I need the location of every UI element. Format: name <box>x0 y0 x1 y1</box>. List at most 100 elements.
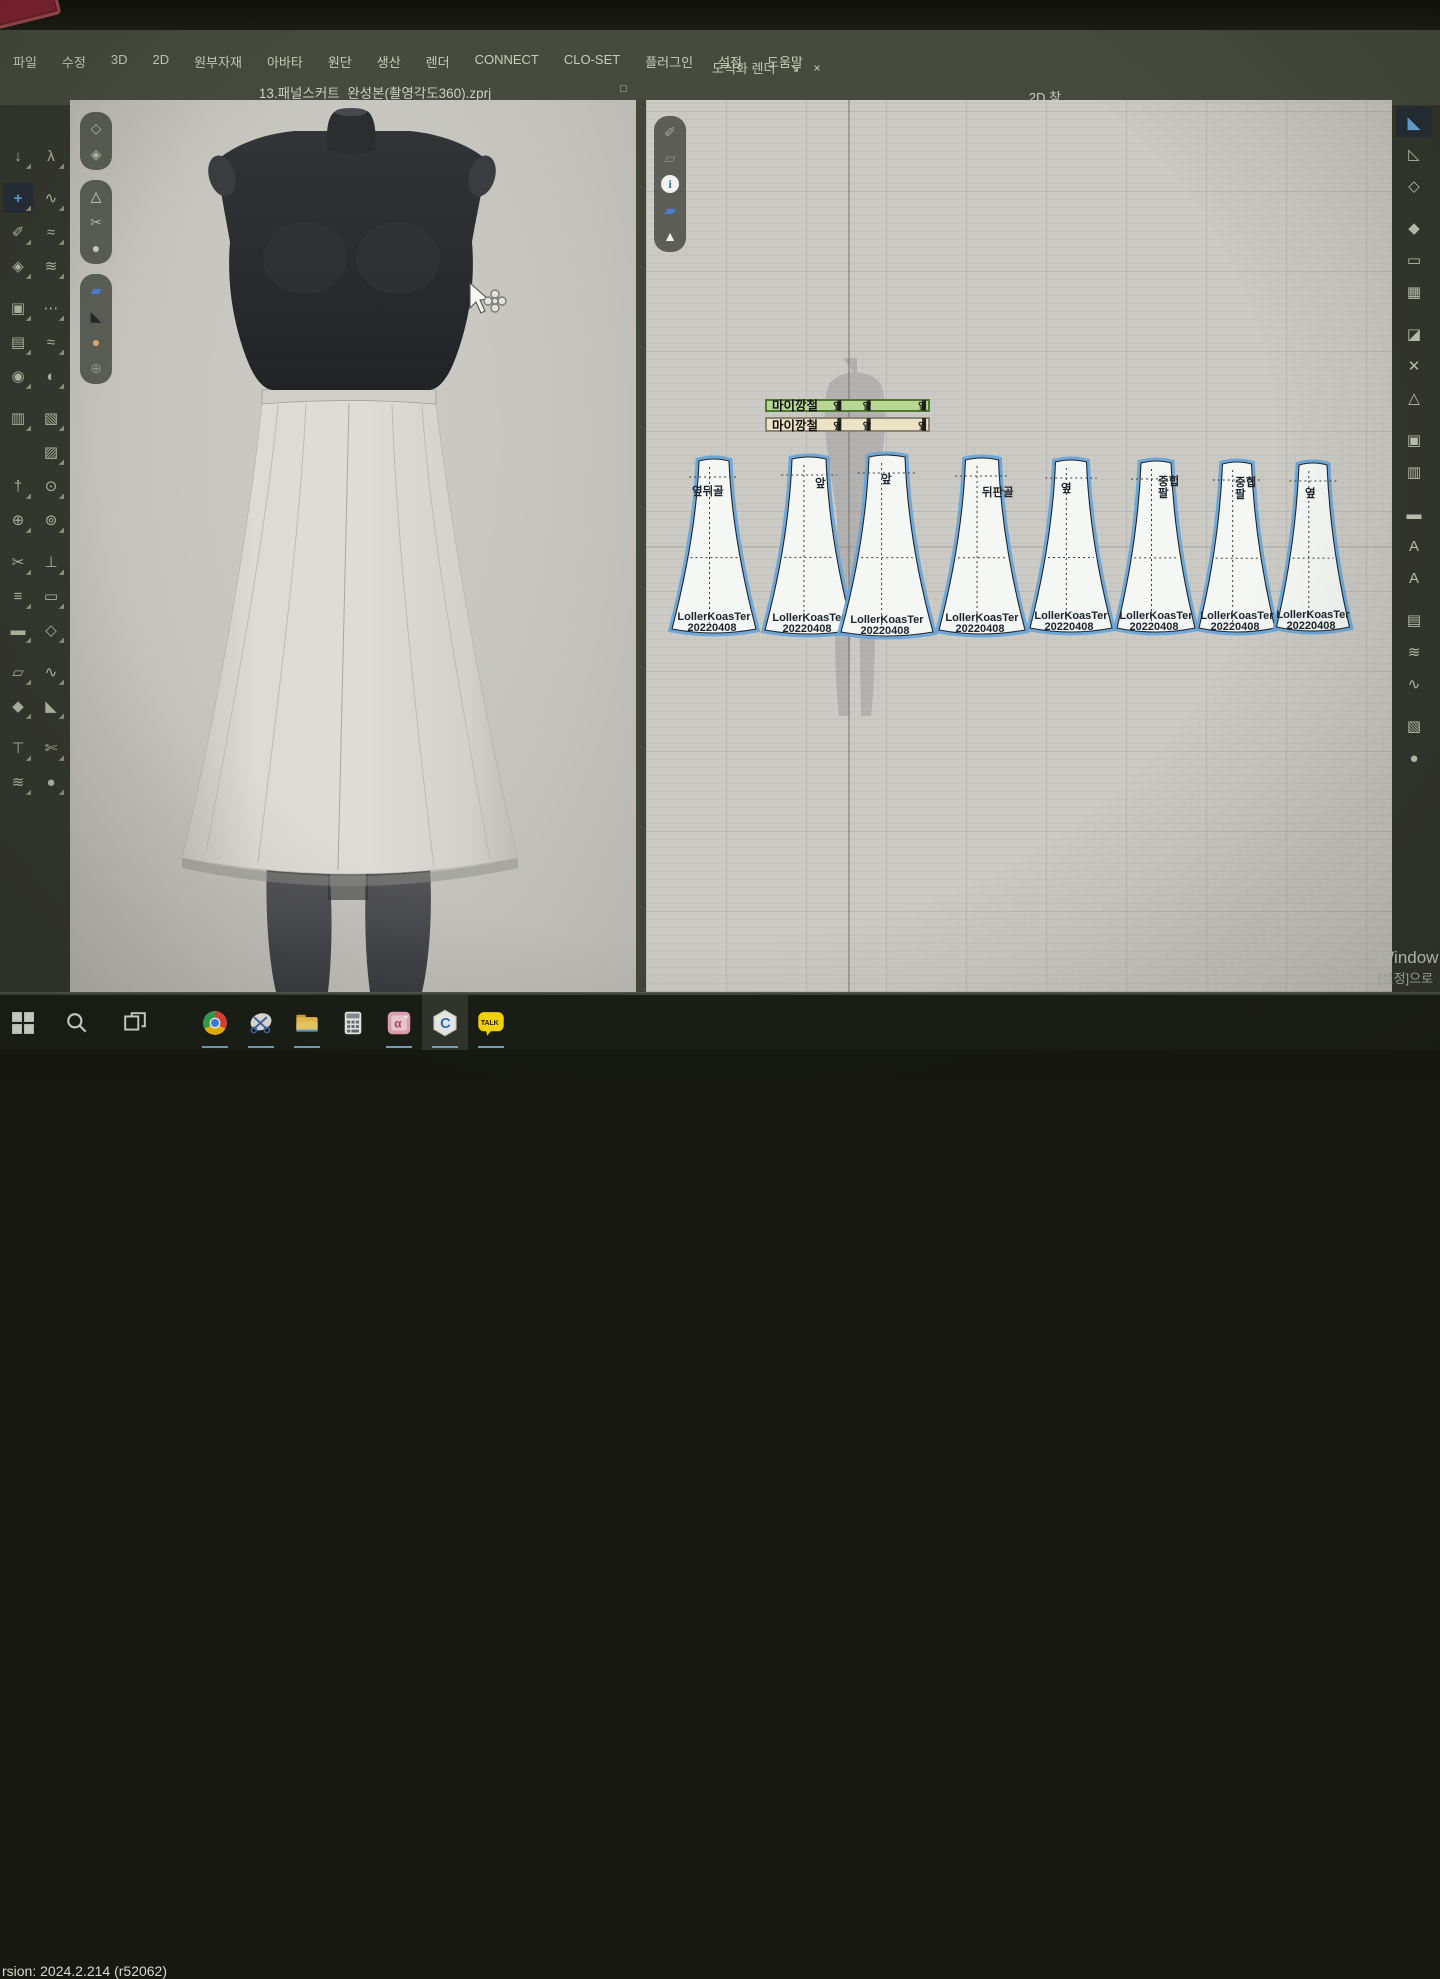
menu-item-7[interactable]: 생산 <box>374 50 404 73</box>
scissors-home-icon[interactable]: ✂ <box>85 211 107 233</box>
vest-tool-icon[interactable]: ▥◢ <box>3 403 33 433</box>
seam-grid-tool-icon[interactable]: ▦ <box>1396 277 1432 307</box>
tape-tool-icon[interactable]: ▬◢ <box>3 615 33 645</box>
button-tool-icon[interactable]: ⊙◢ <box>36 471 66 501</box>
elastic-tool-icon[interactable]: ∿ <box>1396 669 1432 699</box>
tab-close-icon[interactable]: × <box>813 61 820 75</box>
garment-fit-tool-icon[interactable]: ◈◢ <box>3 251 33 281</box>
scissors-tool-icon[interactable]: ✂◢ <box>3 547 33 577</box>
menu-item-2[interactable]: 3D <box>108 50 131 73</box>
sew-curve-tool-icon[interactable]: ≋◢ <box>36 251 66 281</box>
shirt-ghost-icon[interactable]: ▱ <box>659 147 681 169</box>
dart-tool-icon[interactable]: ◆◢ <box>3 691 33 721</box>
info-icon[interactable]: i <box>659 173 681 195</box>
clo3d-icon[interactable]: C <box>422 995 468 1050</box>
tape-measure-tool-icon[interactable]: ▬ <box>1396 499 1432 529</box>
viewport-3d-canvas[interactable]: ◇ ◈ △ ✂ ● ▰ ◣ ● ⊕ <box>70 100 636 992</box>
avatar-2d-tool-icon[interactable]: ● <box>1396 743 1432 773</box>
menu-item-9[interactable]: CONNECT <box>472 50 542 73</box>
zipper-tool-icon[interactable]: ≡◢ <box>3 581 33 611</box>
dart-shape-tool-icon[interactable]: ◆ <box>1396 213 1432 243</box>
buttonhole-tool-icon[interactable]: ⊚◢ <box>36 505 66 535</box>
pin-tool-icon[interactable]: †◢ <box>3 471 33 501</box>
shirt-white-icon[interactable]: ▲ <box>659 225 681 247</box>
sew-edit-tool-icon[interactable]: ≈◢ <box>36 217 66 247</box>
search-button[interactable] <box>54 995 100 1050</box>
snipping-tool-icon[interactable] <box>238 995 284 1050</box>
avatar-pose-tool-icon[interactable]: λ◢ <box>36 141 66 171</box>
fabric-2d-icon[interactable]: ▰ <box>659 199 681 221</box>
globe-fabric-tool-icon[interactable]: ⊕◢ <box>3 505 33 535</box>
spotlight-icon[interactable]: ◣ <box>85 305 107 327</box>
pen-2d-icon[interactable]: ✐ <box>659 121 681 143</box>
binding-tool-icon[interactable]: ≋◢ <box>3 767 33 797</box>
sewing-machine-2-tool-icon[interactable]: ▤◢ <box>3 327 33 357</box>
gizmo-cube-icon[interactable]: ◇ <box>85 117 107 139</box>
notch-tool-icon[interactable]: ◪ <box>1396 319 1432 349</box>
ruler-tool-icon[interactable]: ▥ <box>1396 457 1432 487</box>
pleat-box-tool-icon[interactable]: ▧ <box>1396 711 1432 741</box>
measure-band-tool-icon[interactable]: ▭◢ <box>36 581 66 611</box>
remove-cross-tool-icon[interactable]: ✕ <box>1396 351 1432 381</box>
calculator-icon[interactable] <box>330 995 376 1050</box>
waistband-strip-1[interactable]: 옆앞옆마이깡철 <box>766 418 929 433</box>
skirt-3d[interactable] <box>182 387 518 887</box>
sew-attach-tool-icon[interactable]: ◉◢ <box>3 361 33 391</box>
file-explorer-icon[interactable] <box>284 995 330 1050</box>
menu-item-1[interactable]: 수정 <box>59 50 89 73</box>
shape-box-tool-icon[interactable]: ▣ <box>1396 425 1432 455</box>
shirt-texture-tool-icon[interactable]: ▧◢ <box>36 403 66 433</box>
menu-item-0[interactable]: 파일 <box>10 50 40 73</box>
edit-pattern-tool-icon[interactable]: ◺ <box>1396 139 1432 169</box>
chrome-icon[interactable] <box>192 995 238 1050</box>
topstitch-tool-icon[interactable]: ∿◢ <box>36 657 66 687</box>
menu-item-5[interactable]: 아바타 <box>264 50 306 73</box>
polygon-pattern-tool-icon[interactable]: ▭ <box>1396 245 1432 275</box>
menu-item-8[interactable]: 렌더 <box>423 50 453 73</box>
pin-garment-icon[interactable]: ◈ <box>85 143 107 165</box>
show-avatar-icon[interactable]: ● <box>85 237 107 259</box>
start-button[interactable] <box>0 995 46 1050</box>
quilt-tool-icon[interactable]: ▤ <box>1396 605 1432 635</box>
waistband-strip-0[interactable]: 옆앞옆마이깡철 <box>766 398 929 413</box>
hanger-tool-icon[interactable]: ⊥◢ <box>36 547 66 577</box>
text-style-tool-icon[interactable]: A <box>1396 563 1432 593</box>
tack-tool-icon[interactable]: ⊤◢ <box>3 733 33 763</box>
viewport-2d-canvas[interactable]: 옆앞옆마이깡철옆앞옆마이깡철옆뒤골LollerKoasTer20220408앞L… <box>646 100 1392 992</box>
task-view-button[interactable] <box>112 995 158 1050</box>
globe-wire-icon[interactable]: ⊕ <box>85 357 107 379</box>
arrow-drop-tool-icon[interactable]: ↓◢ <box>3 141 33 171</box>
fold-tool-icon[interactable]: ◣◢ <box>36 691 66 721</box>
move-tool-icon[interactable]: +◢ <box>3 183 33 213</box>
fabric-book-icon[interactable]: ▰ <box>85 279 107 301</box>
segment-sew-tool-icon[interactable]: ⋯◢ <box>36 293 66 323</box>
shirt-checker-tool-icon[interactable]: ▨◢ <box>36 437 66 467</box>
free-sew-tool-icon[interactable]: ≈◢ <box>36 327 66 357</box>
menu-item-4[interactable]: 원부자재 <box>191 50 245 73</box>
menu-item-11[interactable]: 플러그인 <box>642 50 696 73</box>
transform-pattern-tool-icon[interactable]: ◣ <box>1396 107 1432 137</box>
steam-roller-tool-icon[interactable]: ◐◢ <box>36 361 66 391</box>
trim-tool-icon[interactable]: ✄◢ <box>36 733 66 763</box>
capture-app-icon[interactable]: α+ <box>376 995 422 1050</box>
render-tab[interactable]: 도식화 렌더 ↘ × <box>712 58 872 77</box>
edit-curve-tool-icon[interactable]: ◇ <box>1396 171 1432 201</box>
sewing-machine-tool-icon[interactable]: ▣◢ <box>3 293 33 323</box>
tab-collapse-icon[interactable]: ↘ <box>789 61 799 75</box>
viewport-divider[interactable] <box>636 100 646 992</box>
viewport-maximize-icon[interactable]: □ <box>620 83 627 95</box>
flatten-tool-icon[interactable]: ◇◢ <box>36 615 66 645</box>
text-tool-icon[interactable]: A <box>1396 531 1432 561</box>
menu-item-3[interactable]: 2D <box>149 50 172 73</box>
curve-bend-tool-icon[interactable]: ∿◢ <box>36 183 66 213</box>
trace-shape-tool-icon[interactable]: △ <box>1396 383 1432 413</box>
pleat-tool-icon[interactable]: ▱◢ <box>3 657 33 687</box>
menu-item-6[interactable]: 원단 <box>325 50 355 73</box>
show-garment-icon[interactable]: △ <box>85 185 107 207</box>
lasso-pen-tool-icon[interactable]: ✐◢ <box>3 217 33 247</box>
avatar-head-icon[interactable]: ● <box>85 331 107 353</box>
menu-item-10[interactable]: CLO-SET <box>561 50 623 73</box>
zipper-2d-tool-icon[interactable]: ≋ <box>1396 637 1432 667</box>
kakaotalk-icon[interactable]: TALK <box>468 995 514 1050</box>
puff-tool-icon[interactable]: ●◢ <box>36 767 66 797</box>
